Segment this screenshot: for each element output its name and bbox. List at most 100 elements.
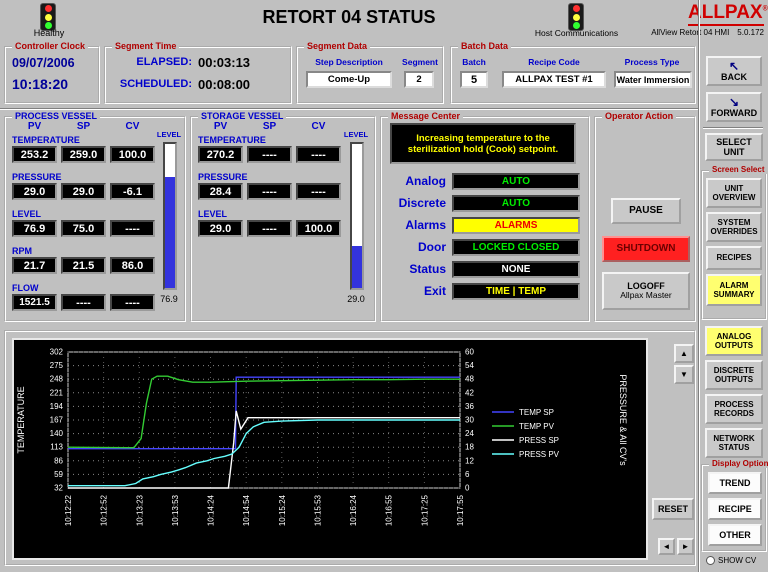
trend-chart-svg: 3022752482211941671401138659326054484236…	[14, 340, 646, 558]
segment-value: 2	[404, 71, 434, 88]
press-sp-value: 29.0	[61, 183, 106, 200]
svg-text:10:14:54: 10:14:54	[242, 494, 251, 526]
pause-button[interactable]: PAUSE	[611, 198, 681, 224]
svg-text:113: 113	[50, 443, 63, 452]
svg-text:10:16:55: 10:16:55	[385, 494, 394, 526]
display-options-group: Display Options TREND RECIPE OTHER	[701, 459, 768, 552]
elapsed-label: ELAPSED:	[136, 56, 192, 68]
svg-text:10:16:24: 10:16:24	[349, 494, 358, 526]
storage-level-value: 29.0	[347, 294, 365, 304]
alarm-summary-button[interactable]: ALARM SUMMARY	[706, 274, 762, 306]
rpm-sp-value: 21.5	[61, 257, 106, 274]
process-type-value: Water Immersion	[614, 71, 692, 88]
shutdown-button[interactable]: SHUTDOWN	[602, 236, 690, 262]
pv-column-header: PV	[213, 121, 228, 132]
temp-cv-value: 100.0	[110, 146, 155, 163]
display-options-title: Display Options	[709, 459, 768, 468]
row-label: LEVEL	[12, 209, 42, 219]
segment-data-panel: Segment Data Step Description Come-Up Se…	[296, 41, 444, 104]
app-info: AllView Retort 04 HMI 5.0.172	[596, 28, 764, 37]
forward-arrow-icon: ↘	[728, 94, 740, 109]
svg-text:PRESSURE & All CV's: PRESSURE & All CV's	[618, 374, 628, 466]
show-cv-radio[interactable]	[706, 556, 715, 566]
press-cv-value: ----	[296, 183, 341, 200]
level-bar-label: LEVEL	[343, 130, 369, 139]
screen-select-title: Screen Select	[709, 165, 768, 174]
exit-status: TIME | TEMP	[452, 283, 580, 300]
svg-text:10:13:23: 10:13:23	[135, 494, 144, 526]
scroll-up-button[interactable]: ▲	[674, 344, 694, 363]
recipe-code-label: Recipe Code	[528, 57, 580, 67]
svg-text:275: 275	[50, 361, 64, 370]
row-label: TEMPERATURE	[12, 135, 80, 145]
logoff-button[interactable]: LOGOFF Allpax Master	[602, 272, 690, 310]
network-status-button[interactable]: NETWORK STATUS	[705, 428, 763, 458]
status-status: NONE	[452, 261, 580, 278]
svg-text:0: 0	[465, 484, 470, 493]
svg-text:302: 302	[50, 348, 64, 357]
sp-column-header: SP	[76, 121, 91, 132]
status-label: Status	[409, 262, 446, 276]
other-button[interactable]: OTHER	[708, 524, 762, 546]
discrete-label: Discrete	[398, 196, 446, 210]
controller-clock-title: Controller Clock	[12, 41, 89, 51]
svg-text:10:14:24: 10:14:24	[207, 494, 216, 526]
back-arrow-icon: ↖	[728, 58, 740, 73]
process-level-fill	[165, 177, 175, 288]
back-label: BACK	[721, 71, 747, 82]
analog-outputs-button[interactable]: ANALOG OUTPUTS	[705, 326, 763, 356]
svg-text:30: 30	[465, 416, 474, 425]
unit-overview-button[interactable]: UNIT OVERVIEW	[706, 178, 762, 208]
back-button[interactable]: ↖ BACK	[706, 56, 762, 86]
trend-button[interactable]: TREND	[708, 472, 762, 494]
scroll-down-button[interactable]: ▼	[674, 365, 694, 384]
scroll-left-button[interactable]: ◄	[658, 538, 675, 555]
alarms-label: Alarms	[405, 218, 446, 232]
recipe-button[interactable]: RECIPE	[708, 498, 762, 520]
app-version: 5.0.172	[737, 28, 764, 37]
operator-action-title: Operator Action	[602, 111, 677, 121]
analog-label: Analog	[405, 174, 446, 188]
scroll-right-button[interactable]: ►	[677, 538, 694, 555]
recipes-button[interactable]: RECIPES	[706, 246, 762, 270]
system-overrides-button[interactable]: SYSTEM OVERRIDES	[706, 212, 762, 242]
batch-data-panel: Batch Data Batch 5 Recipe Code ALLPAX TE…	[450, 41, 696, 104]
svg-text:59: 59	[54, 470, 63, 479]
registered-mark: ®	[762, 5, 768, 13]
batch-value: 5	[460, 71, 488, 88]
message-center-title: Message Center	[388, 111, 464, 121]
process-level-value: 76.9	[160, 294, 178, 304]
show-cv-option[interactable]: SHOW CV	[706, 556, 756, 566]
exit-label: Exit	[423, 284, 446, 298]
flow-sp-value: ----	[61, 294, 106, 311]
door-label: Door	[418, 240, 446, 254]
svg-text:10:17:25: 10:17:25	[420, 494, 429, 526]
svg-text:TEMP SP: TEMP SP	[519, 408, 554, 417]
message-text: Increasing temperature to the sterilizat…	[390, 123, 576, 164]
svg-text:221: 221	[50, 388, 64, 397]
reset-button[interactable]: RESET	[652, 498, 694, 520]
row-label: PRESSURE	[198, 172, 248, 182]
row-label: FLOW	[12, 283, 39, 293]
forward-button[interactable]: ↘ FORWARD	[706, 92, 762, 122]
discrete-outputs-button[interactable]: DISCRETE OUTPUTS	[705, 360, 763, 390]
press-cv-value: -6.1	[110, 183, 155, 200]
process-type-label: Process Type	[624, 57, 680, 67]
process-vessel-panel: PROCESS VESSEL PV SP CV TEMPERATURE 253.…	[4, 111, 186, 322]
host-comm-traffic-light-icon	[568, 3, 584, 31]
batch-data-title: Batch Data	[458, 41, 512, 51]
segment-label: Segment	[402, 57, 438, 67]
svg-text:6: 6	[465, 470, 470, 479]
svg-text:140: 140	[50, 429, 64, 438]
row-label: PRESSURE	[12, 172, 62, 182]
svg-text:10:12:22: 10:12:22	[64, 494, 73, 526]
svg-text:10:12:52: 10:12:52	[100, 494, 109, 526]
analog-status: AUTO	[452, 173, 580, 190]
svg-text:12: 12	[465, 456, 474, 465]
process-records-button[interactable]: PROCESS RECORDS	[705, 394, 763, 424]
select-unit-button[interactable]: SELECT UNIT	[705, 133, 763, 161]
sidebar-section-divider	[703, 127, 763, 129]
temp-pv-value: 270.2	[198, 146, 243, 163]
yellow-light	[572, 13, 580, 21]
storage-vessel-title: STORAGE VESSEL	[198, 111, 287, 121]
